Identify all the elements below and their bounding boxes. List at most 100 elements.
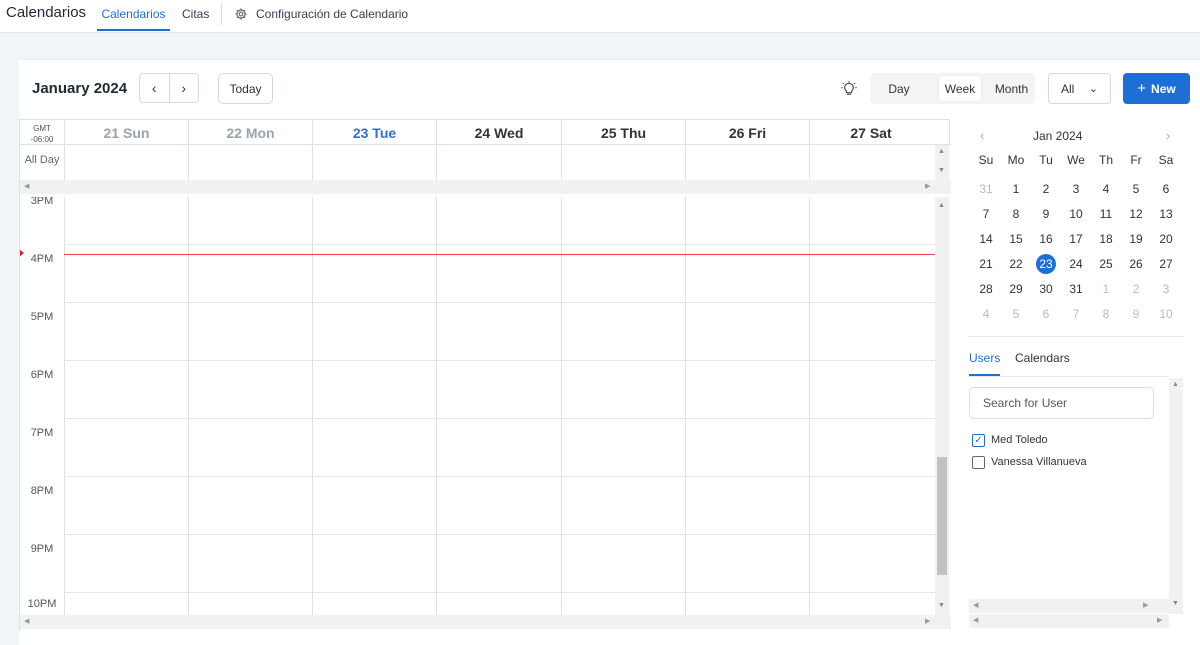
scroll-up-icon[interactable]: ▲ <box>938 202 945 209</box>
mini-calendar-day[interactable]: 30 <box>1031 279 1061 299</box>
user-search-input[interactable] <box>969 387 1154 419</box>
mini-calendar-day[interactable]: 7 <box>1061 304 1091 324</box>
all-day-row[interactable]: All Day <box>20 145 935 180</box>
mini-calendar-day[interactable]: 14 <box>971 229 1001 249</box>
day-header[interactable]: 25 Thu <box>561 120 685 145</box>
day-number: 3 <box>1162 282 1170 296</box>
scroll-down-icon[interactable]: ▼ <box>1172 600 1179 607</box>
mini-calendar-day[interactable]: 3 <box>1151 279 1181 299</box>
mini-calendar-day[interactable]: 2 <box>1031 179 1061 199</box>
scroll-down-icon[interactable]: ▼ <box>938 602 945 609</box>
mini-calendar-day[interactable]: 9 <box>1121 304 1151 324</box>
mini-calendar-day[interactable]: 12 <box>1121 204 1151 224</box>
scroll-up-icon[interactable]: ▲ <box>1172 381 1179 388</box>
mini-calendar-day[interactable]: 25 <box>1091 254 1121 274</box>
mini-calendar-day[interactable]: 1 <box>1091 279 1121 299</box>
today-button[interactable]: Today <box>218 73 273 104</box>
mini-calendar-day[interactable]: 6 <box>1151 179 1181 199</box>
all-day-horizontal-scrollbar[interactable]: ◀ ▶ <box>20 180 951 194</box>
mini-calendar-prev-button[interactable]: ‹ <box>980 128 984 143</box>
day-header[interactable]: 21 Sun <box>64 120 188 145</box>
scroll-left-icon[interactable]: ◀ <box>24 617 29 625</box>
mini-calendar-day[interactable]: 19 <box>1121 229 1151 249</box>
mini-calendar-day[interactable]: 2 <box>1121 279 1151 299</box>
period-navigation: ‹ › <box>139 73 199 103</box>
view-week-option[interactable]: Week <box>939 76 981 101</box>
mini-calendar-day[interactable]: 31 <box>1061 279 1091 299</box>
mini-calendar-next-button[interactable]: › <box>1166 128 1170 143</box>
day-header[interactable]: 27 Sat <box>809 120 950 145</box>
mini-calendar-day[interactable]: 20 <box>1151 229 1181 249</box>
day-header[interactable]: 22 Mon <box>188 120 312 145</box>
scrollbar-thumb[interactable] <box>937 457 947 575</box>
scroll-right-icon[interactable]: ▶ <box>1143 601 1148 609</box>
mini-calendar-day[interactable]: 29 <box>1001 279 1031 299</box>
scroll-left-icon[interactable]: ◀ <box>973 616 978 624</box>
tab-calendarios[interactable]: Calendarios <box>97 7 170 31</box>
chevron-right-icon: › <box>181 80 187 96</box>
mini-calendar-day[interactable]: 9 <box>1031 204 1061 224</box>
mini-calendar-day[interactable]: 4 <box>1091 179 1121 199</box>
scroll-left-icon[interactable]: ◀ <box>973 601 978 609</box>
chevron-left-icon: ‹ <box>980 128 985 143</box>
time-grid[interactable]: 3PM 4PM 5PM 6PM 7PM 8PM 9PM 10PM <box>20 197 935 615</box>
tab-calendars[interactable]: Calendars <box>1015 351 1070 376</box>
mini-calendar-day[interactable]: 26 <box>1121 254 1151 274</box>
checkbox-unchecked[interactable] <box>972 455 985 469</box>
mini-calendar-day[interactable]: 4 <box>971 304 1001 324</box>
mini-calendar-day[interactable]: 8 <box>1091 304 1121 324</box>
new-event-button[interactable]: + New <box>1123 73 1190 104</box>
mini-calendar-day[interactable]: 6 <box>1031 304 1061 324</box>
mini-calendar-day[interactable]: 21 <box>971 254 1001 274</box>
scroll-right-icon[interactable]: ▶ <box>925 182 930 190</box>
mini-calendar-day[interactable]: 10 <box>1061 204 1091 224</box>
day-header[interactable]: 23 Tue <box>312 120 436 145</box>
user-list-scrollbar[interactable]: ▲ ▼ <box>1169 378 1183 614</box>
panel-horizontal-scrollbar[interactable]: ◀ ▶ <box>969 614 1169 628</box>
user-item-med-toledo[interactable]: ✓ Med Toledo <box>972 432 1048 448</box>
mini-calendar-day[interactable]: 31 <box>971 179 1001 199</box>
previous-period-button[interactable]: ‹ <box>140 74 169 102</box>
user-list-horizontal-scrollbar[interactable]: ◀ ▶ <box>969 599 1169 613</box>
mini-calendar-day-selected[interactable]: 23 <box>1031 254 1061 274</box>
mini-calendar-day[interactable]: 5 <box>1121 179 1151 199</box>
mini-calendar-day[interactable]: 24 <box>1061 254 1091 274</box>
mini-calendar-day[interactable]: 15 <box>1001 229 1031 249</box>
tab-users[interactable]: Users <box>969 351 1000 376</box>
scroll-right-icon[interactable]: ▶ <box>925 617 930 625</box>
tab-citas[interactable]: Citas <box>182 7 209 31</box>
mini-calendar-day[interactable]: 11 <box>1091 204 1121 224</box>
mini-calendar-day[interactable]: 28 <box>971 279 1001 299</box>
day-header[interactable]: 24 Wed <box>436 120 561 145</box>
mini-calendar-day[interactable]: 1 <box>1001 179 1031 199</box>
mini-calendar-day[interactable]: 18 <box>1091 229 1121 249</box>
mini-calendar-day[interactable]: 17 <box>1061 229 1091 249</box>
weekday-label: Sa <box>1158 153 1174 167</box>
scroll-right-icon[interactable]: ▶ <box>1157 616 1162 624</box>
view-month-option[interactable]: Month <box>988 76 1035 101</box>
time-grid-horizontal-scrollbar[interactable]: ◀ ▶ <box>20 615 951 629</box>
gear-icon[interactable] <box>234 7 248 21</box>
mini-calendar-day[interactable]: 13 <box>1151 204 1181 224</box>
mini-calendar-day[interactable]: 5 <box>1001 304 1031 324</box>
day-header[interactable]: 26 Fri <box>685 120 809 145</box>
filter-select[interactable]: All ⌄ <box>1048 73 1111 104</box>
time-grid-scrollbar[interactable]: ▲ ▼ <box>935 197 949 615</box>
scroll-left-icon[interactable]: ◀ <box>24 182 29 190</box>
checkbox-checked[interactable]: ✓ <box>972 433 985 447</box>
mini-calendar-day[interactable]: 7 <box>971 204 1001 224</box>
lightbulb-icon[interactable] <box>841 80 857 98</box>
mini-calendar-day[interactable]: 22 <box>1001 254 1031 274</box>
scroll-down-icon[interactable]: ▼ <box>938 167 945 174</box>
mini-calendar-day[interactable]: 27 <box>1151 254 1181 274</box>
mini-calendar-day[interactable]: 16 <box>1031 229 1061 249</box>
mini-calendar-day[interactable]: 10 <box>1151 304 1181 324</box>
user-item-vanessa-villanueva[interactable]: Vanessa Villanueva <box>972 454 1087 470</box>
next-period-button[interactable]: › <box>168 74 199 102</box>
all-day-scrollbar[interactable]: ▲ ▼ <box>935 145 949 180</box>
mini-calendar-day[interactable]: 8 <box>1001 204 1031 224</box>
mini-calendar-day[interactable]: 3 <box>1061 179 1091 199</box>
scroll-up-icon[interactable]: ▲ <box>938 148 945 155</box>
view-day-option[interactable]: Day <box>873 76 925 101</box>
tab-configuracion[interactable]: Configuración de Calendario <box>256 7 408 31</box>
